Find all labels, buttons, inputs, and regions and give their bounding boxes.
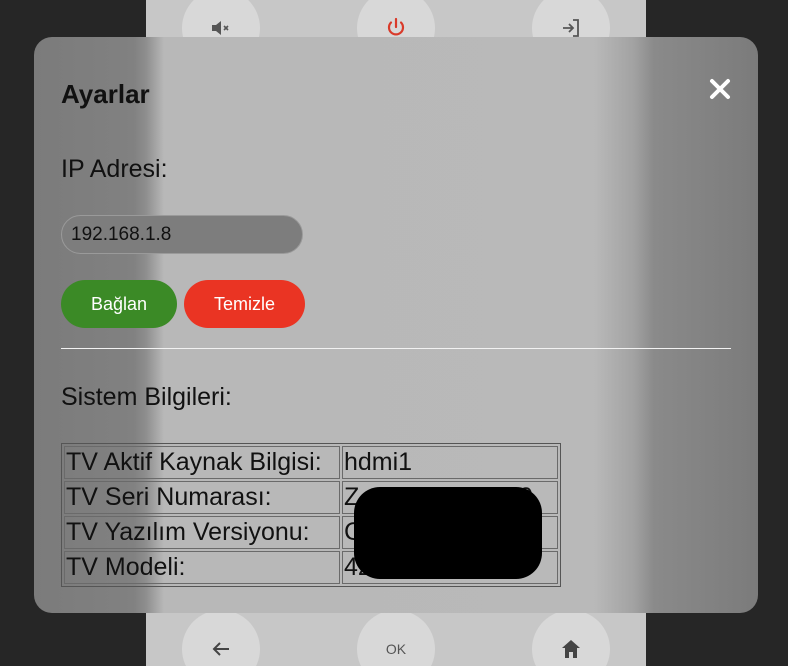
table-row: TV Aktif Kaynak Bilgisi: hdmi1: [64, 446, 558, 479]
connect-button[interactable]: Bağlan: [61, 280, 177, 328]
info-key: TV Yazılım Versiyonu:: [64, 516, 340, 549]
home-icon: [562, 640, 580, 658]
info-key: TV Seri Numarası:: [64, 481, 340, 514]
home-button[interactable]: [532, 610, 610, 666]
ok-button[interactable]: OK: [357, 610, 435, 666]
close-icon: [710, 79, 730, 99]
info-key: TV Modeli:: [64, 551, 340, 584]
clear-button[interactable]: Temizle: [184, 280, 305, 328]
divider: [61, 348, 731, 349]
ip-address-input[interactable]: [61, 215, 303, 254]
back-arrow-icon: [212, 642, 229, 656]
modal-title: Ayarlar: [61, 79, 150, 109]
info-key: TV Aktif Kaynak Bilgisi:: [64, 446, 340, 479]
settings-modal: Ayarlar IP Adresi: Bağlan Temizle Sistem…: [34, 37, 758, 613]
ok-label: OK: [385, 641, 407, 657]
back-button[interactable]: [182, 610, 260, 666]
info-value: hdmi1: [342, 446, 558, 479]
close-button[interactable]: [706, 75, 734, 103]
ip-address-label: IP Adresi:: [61, 155, 168, 183]
system-info-label: Sistem Bilgileri:: [61, 383, 232, 411]
redaction-box: [354, 487, 542, 579]
